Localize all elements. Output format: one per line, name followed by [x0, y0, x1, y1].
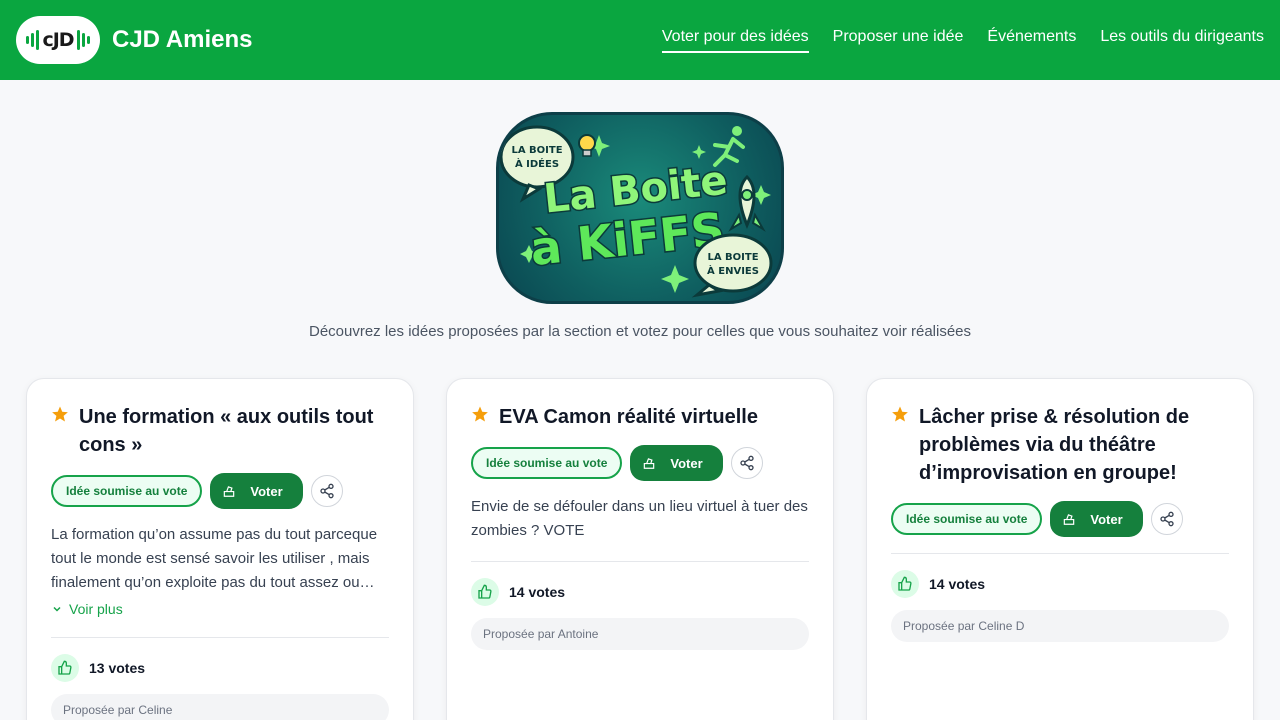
see-more-label: Voir plus [69, 601, 123, 617]
status-badge: Idée soumise au vote [471, 447, 623, 479]
vote-count: 14 votes [929, 576, 986, 592]
chevron-down-icon [53, 606, 61, 612]
status-badge: Idée soumise au vote [51, 475, 203, 507]
proposed-by: Proposée par Celine [51, 694, 389, 720]
svg-text:À IDÉES: À IDÉES [515, 157, 559, 170]
site-title[interactable]: CJD Amiens [112, 26, 252, 54]
svg-text:LA BOITE: LA BOITE [511, 145, 562, 156]
top-bar: cJD CJD Amiens Voter pour des idées Prop… [0, 0, 1280, 80]
nav-leader-tools[interactable]: Les outils du dirigeants [1100, 28, 1264, 53]
idea-card: Lâcher prise & résolution de problèmes v… [866, 378, 1254, 720]
logo-text: cJD [42, 29, 74, 51]
share-icon [1159, 511, 1174, 527]
nav-vote-ideas[interactable]: Voter pour des idées [661, 28, 809, 53]
share-button[interactable] [730, 447, 763, 479]
thumbs-up-icon [51, 654, 79, 682]
ballot-box-icon [1064, 514, 1075, 525]
sound-bars-right-icon [76, 30, 90, 50]
idea-description: Envie de se défouler dans un lieu virtue… [471, 498, 808, 539]
idea-card: EVA Camon réalité virtuelle Idée soumise… [446, 378, 834, 720]
star-icon [52, 406, 68, 422]
see-more-link[interactable]: Voir plus [51, 601, 389, 617]
star-icon [472, 406, 488, 422]
proposed-by: Proposée par Celine D [891, 610, 1229, 642]
idea-title: Une formation « aux outils tout cons » [79, 406, 374, 456]
nav-propose-idea[interactable]: Proposer une idée [833, 28, 964, 53]
share-button[interactable] [1150, 503, 1183, 535]
idea-card: Une formation « aux outils tout cons » I… [26, 378, 414, 720]
boite-a-kiffs-illustration: LA BOITE À IDÉES La Boite à KiFFS LA BOI… [499, 125, 773, 298]
page-subtitle: Découvrez les idées proposées par la sec… [308, 323, 972, 340]
vote-label: Voter [670, 455, 703, 471]
vote-button[interactable]: Voter [210, 473, 303, 509]
divider [471, 561, 809, 562]
share-button[interactable] [310, 475, 343, 507]
nav-events[interactable]: Événements [987, 28, 1076, 53]
divider [51, 637, 389, 638]
svg-text:LA BOITE: LA BOITE [707, 252, 758, 263]
ballot-box-icon [224, 486, 235, 497]
divider [891, 553, 1229, 554]
sound-bars-left-icon [26, 30, 40, 50]
idea-title: Lâcher prise & résolution de problèmes v… [919, 406, 1190, 484]
cjd-logo[interactable]: cJD [16, 16, 100, 64]
rocket-icon [728, 174, 766, 232]
proposed-by: Proposée par Antoine [471, 618, 809, 650]
thumbs-up-icon [891, 570, 919, 598]
hero-banner: LA BOITE À IDÉES La Boite à KiFFS LA BOI… [496, 112, 784, 304]
idea-description: La formation qu’on assume pas du tout pa… [51, 526, 378, 591]
thumbs-up-icon [471, 578, 499, 606]
vote-button[interactable]: Voter [630, 445, 723, 481]
share-icon [319, 483, 334, 499]
vote-label: Voter [250, 483, 283, 499]
lightbulb-icon [578, 134, 596, 157]
vote-label: Voter [1090, 511, 1123, 527]
svg-text:À ENVIES: À ENVIES [707, 264, 759, 277]
vote-button[interactable]: Voter [1050, 501, 1143, 537]
vote-count: 14 votes [509, 584, 566, 600]
status-badge: Idée soumise au vote [891, 503, 1043, 535]
star-icon [892, 406, 908, 422]
bubble-right: LA BOITE À ENVIES [691, 233, 773, 298]
idea-title: EVA Camon réalité virtuelle [499, 406, 758, 428]
ballot-box-icon [644, 458, 655, 469]
vote-count: 13 votes [89, 660, 146, 676]
main-nav: Voter pour des idées Proposer une idée É… [661, 28, 1264, 53]
share-icon [739, 455, 754, 471]
